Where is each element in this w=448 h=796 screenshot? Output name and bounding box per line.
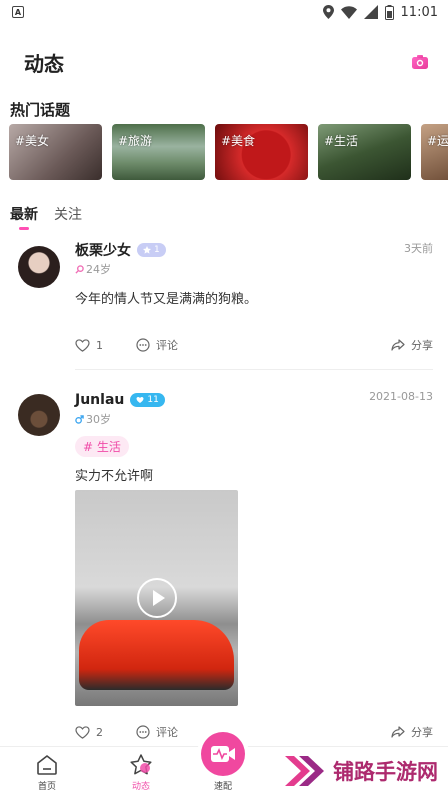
level-value: 11: [147, 395, 159, 405]
notification-app-icon: A: [12, 6, 24, 18]
page-title: 动态: [24, 51, 64, 76]
nav-home[interactable]: 首页: [0, 751, 94, 796]
male-icon: [75, 414, 84, 424]
user-age: 30岁: [86, 413, 111, 426]
share-icon: [391, 338, 405, 351]
camera-icon[interactable]: [410, 52, 430, 72]
share-button[interactable]: 分享: [391, 724, 433, 740]
comment-label: 评论: [156, 339, 178, 352]
nav-home-label: 首页: [37, 782, 56, 792]
topic-label: #美女: [15, 134, 50, 148]
level-badge: 11: [130, 393, 165, 407]
like-button[interactable]: 2: [75, 726, 136, 739]
video-pulse-icon: [211, 746, 235, 762]
post-card[interactable]: Junlau 11 2021-08-13 30岁 # 生活 实力不允许啊 2 评…: [0, 390, 448, 742]
watermark: 铺路手游网: [283, 754, 438, 788]
feed-tabs: 最新 关注: [0, 204, 448, 234]
comment-icon: [136, 338, 150, 352]
watermark-logo-icon: [285, 756, 324, 786]
status-time: 11:01: [400, 4, 438, 20]
post-card[interactable]: 板栗少女 1 3天前 24岁 今年的情人节又是满满的狗粮。 1 评论 分享: [0, 240, 448, 355]
user-meta: 30岁: [75, 412, 433, 426]
share-icon: [391, 725, 405, 738]
topic-label: #美食: [221, 134, 256, 148]
comment-button[interactable]: 评论: [136, 724, 178, 740]
signal-icon: [363, 5, 378, 19]
avatar[interactable]: [18, 394, 60, 436]
tab-latest[interactable]: 最新: [10, 204, 38, 234]
heart-badge-icon: [136, 397, 144, 403]
post-actions: 2 评论 分享: [75, 722, 433, 742]
post-content: 实力不允许啊: [75, 469, 154, 484]
topic-label: #生活: [324, 134, 359, 148]
post-username[interactable]: Junlau: [75, 392, 124, 408]
comment-icon: [136, 725, 150, 739]
post-actions: 1 评论 分享: [75, 335, 433, 355]
topic-card[interactable]: #美女: [9, 124, 102, 180]
heart-icon: [75, 338, 90, 352]
nav-moments[interactable]: 动态: [94, 751, 188, 796]
topic-card[interactable]: #运: [421, 124, 448, 180]
comment-button[interactable]: 评论: [136, 337, 178, 353]
page-header: 动态: [0, 24, 448, 100]
wifi-icon: [340, 5, 357, 19]
heart-icon: [75, 725, 90, 739]
play-icon[interactable]: [137, 578, 177, 618]
female-icon: [75, 264, 84, 274]
post-topic-tag[interactable]: # 生活: [75, 436, 129, 457]
post-time: 3天前: [404, 242, 433, 255]
location-icon: [322, 5, 334, 19]
battery-icon: [384, 4, 394, 20]
topic-card[interactable]: #美食: [215, 124, 308, 180]
like-count: 1: [96, 338, 103, 352]
quick-match-button[interactable]: [201, 732, 245, 776]
nav-moments-label: 动态: [131, 782, 150, 792]
hot-topics-title: 热门话题: [10, 101, 71, 119]
topic-card[interactable]: #旅游: [112, 124, 205, 180]
level-value: 1: [154, 245, 160, 255]
level-badge: 1: [137, 243, 166, 257]
share-button[interactable]: 分享: [391, 337, 433, 353]
nav-match-label: 速配: [214, 782, 233, 792]
user-age: 24岁: [86, 263, 111, 276]
star-nav-icon: [130, 754, 152, 775]
share-label: 分享: [411, 726, 433, 739]
topic-card[interactable]: #生活: [318, 124, 411, 180]
avatar[interactable]: [18, 246, 60, 288]
post-content: 今年的情人节又是满满的狗粮。: [75, 292, 258, 307]
like-button[interactable]: 1: [75, 339, 136, 352]
tab-following[interactable]: 关注: [54, 204, 82, 234]
like-count: 2: [96, 725, 103, 739]
topic-label: #旅游: [118, 134, 153, 148]
post-time: 2021-08-13: [369, 390, 433, 403]
divider: [75, 369, 433, 370]
video-thumbnail-car: [79, 620, 234, 690]
status-bar: A 11:01: [0, 0, 448, 24]
home-icon: [37, 755, 57, 775]
watermark-text: 铺路手游网: [333, 760, 438, 784]
user-meta: 24岁: [75, 262, 433, 276]
star-icon: [143, 246, 151, 254]
share-label: 分享: [411, 339, 433, 352]
topic-label: #运: [427, 134, 448, 148]
comment-label: 评论: [156, 726, 178, 739]
hot-topics-list: #美女 #旅游 #美食 #生活 #运: [0, 124, 448, 180]
post-video[interactable]: [75, 490, 238, 706]
post-username[interactable]: 板栗少女: [75, 240, 131, 260]
